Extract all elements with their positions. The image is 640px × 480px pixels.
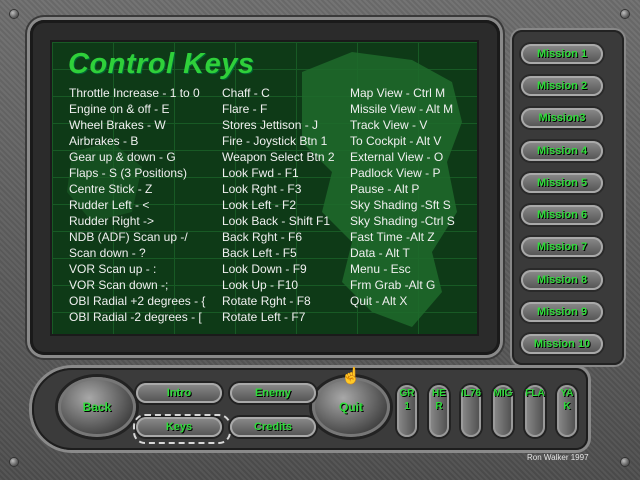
keys-column-2: Chaff - C Flare - F Stores Jettison - J Fir…	[222, 85, 335, 325]
key-binding-line: Sky Shading -Sft S	[350, 198, 451, 212]
back-button[interactable]: Back	[58, 377, 136, 437]
mission-6-button[interactable]: Mission 6	[521, 205, 603, 225]
mission-8-button[interactable]: Mission 8	[521, 270, 603, 290]
key-binding-line: Pause - Alt P	[350, 182, 420, 196]
page-title: Control Keys	[68, 48, 255, 80]
mission-2-button[interactable]: Mission 2	[521, 76, 603, 96]
key-binding-line: Look Left - F2	[222, 198, 297, 212]
key-binding-line: Back Rght - F6	[222, 230, 303, 244]
key-binding-line: Engine on & off - E	[69, 102, 170, 116]
key-binding-line: Quit - Alt X	[350, 294, 408, 308]
rivet	[10, 458, 18, 466]
mission-9-button[interactable]: Mission 9	[521, 302, 603, 322]
rivet	[621, 458, 629, 466]
rivet	[621, 10, 629, 18]
key-binding-line: Menu - Esc	[350, 262, 411, 276]
key-binding-line: Rotate Left - F7	[222, 310, 306, 324]
mission-1-button[interactable]: Mission 1	[521, 44, 603, 64]
key-binding-line: Centre Stick - Z	[69, 182, 153, 196]
aircraft-fla-button[interactable]: FLA	[525, 385, 545, 437]
aircraft-her-button[interactable]: HER	[429, 385, 449, 437]
mission-10-button[interactable]: Mission 10	[521, 334, 603, 354]
intro-button[interactable]: Intro	[136, 383, 222, 403]
key-binding-line: External View - O	[350, 150, 444, 164]
key-binding-line: Look Fwd - F1	[222, 166, 299, 180]
key-binding-line: Airbrakes - B	[69, 134, 139, 148]
key-binding-line: OBI Radial -2 degrees - [	[69, 310, 202, 324]
key-binding-line: Gear up & down - G	[69, 150, 176, 164]
key-binding-line: Chaff - C	[222, 86, 270, 100]
mission-5-button[interactable]: Mission 5	[521, 173, 603, 193]
key-binding-line: Rotate Rght - F8	[222, 294, 311, 308]
key-binding-line: Throttle Increase - 1 to 0	[69, 86, 200, 100]
key-binding-line: Padlock View - P	[350, 166, 441, 180]
quit-button[interactable]: Quit	[312, 377, 390, 437]
aircraft-yak-button[interactable]: YAK	[557, 385, 577, 437]
key-binding-line: Look Back - Shift F1	[222, 214, 331, 228]
key-binding-line: Flaps - S (3 Positions)	[69, 166, 188, 180]
key-binding-line: Scan down - ?	[69, 246, 146, 260]
credits-button[interactable]: Credits	[230, 417, 316, 437]
key-binding-line: Sky Shading -Ctrl S	[350, 214, 455, 228]
key-binding-line: Track View - V	[350, 118, 428, 132]
aircraft-mig-button[interactable]: MIG	[493, 385, 513, 437]
keys-selection-highlight	[133, 414, 231, 444]
key-binding-line: Data - Alt T	[350, 246, 410, 260]
aircraft-gr1-button[interactable]: GR1	[397, 385, 417, 437]
key-binding-line: Fire - Joystick Btn 1	[222, 134, 328, 148]
key-binding-line: Look Down - F9	[222, 262, 307, 276]
key-binding-line: Look Rght - F3	[222, 182, 302, 196]
key-binding-line: VOR Scan up - :	[69, 262, 157, 276]
key-binding-line: Weapon Select Btn 2	[222, 150, 335, 164]
mission-4-button[interactable]: Mission 4	[521, 141, 603, 161]
key-binding-line: Look Up - F10	[222, 278, 299, 292]
key-binding-line: Frm Grab -Alt G	[350, 278, 436, 292]
control-keys-screen: Control Keys Throttle Increase - 1 to 0 E…	[50, 40, 479, 336]
mission-3-button[interactable]: Mission3	[521, 108, 603, 128]
key-binding-line: Flare - F	[222, 102, 268, 116]
keys-column-1: Throttle Increase - 1 to 0 Engine on & of…	[69, 85, 205, 325]
key-binding-line: Missile View - Alt M	[350, 102, 454, 116]
key-binding-line: OBI Radial +2 degrees - {	[69, 294, 206, 308]
key-binding-line: Back Left - F5	[222, 246, 297, 260]
mouse-cursor-icon: ☝	[341, 368, 361, 385]
mission-7-button[interactable]: Mission 7	[521, 237, 603, 257]
key-binding-line: Map View - Ctrl M	[350, 86, 446, 100]
key-binding-line: To Cockpit - Alt V	[350, 134, 442, 148]
key-binding-line: Rudder Right ->	[69, 214, 155, 228]
aircraft-il76-button[interactable]: IL76	[461, 385, 481, 437]
keys-column-3: Map View - Ctrl M Missile View - Alt M Tra…	[350, 85, 455, 309]
enemy-button[interactable]: Enemy	[230, 383, 316, 403]
author-credit: Ron Walker 1997	[527, 453, 589, 462]
key-binding-line: Rudder Left - <	[69, 198, 150, 212]
key-binding-line: Wheel Brakes - W	[69, 118, 166, 132]
key-binding-line: Stores Jettison - J	[222, 118, 319, 132]
key-binding-line: VOR Scan down -;	[69, 278, 169, 292]
key-binding-line: Fast Time -Alt Z	[350, 230, 435, 244]
rivet	[10, 10, 18, 18]
key-binding-line: NDB (ADF) Scan up -/	[69, 230, 188, 244]
